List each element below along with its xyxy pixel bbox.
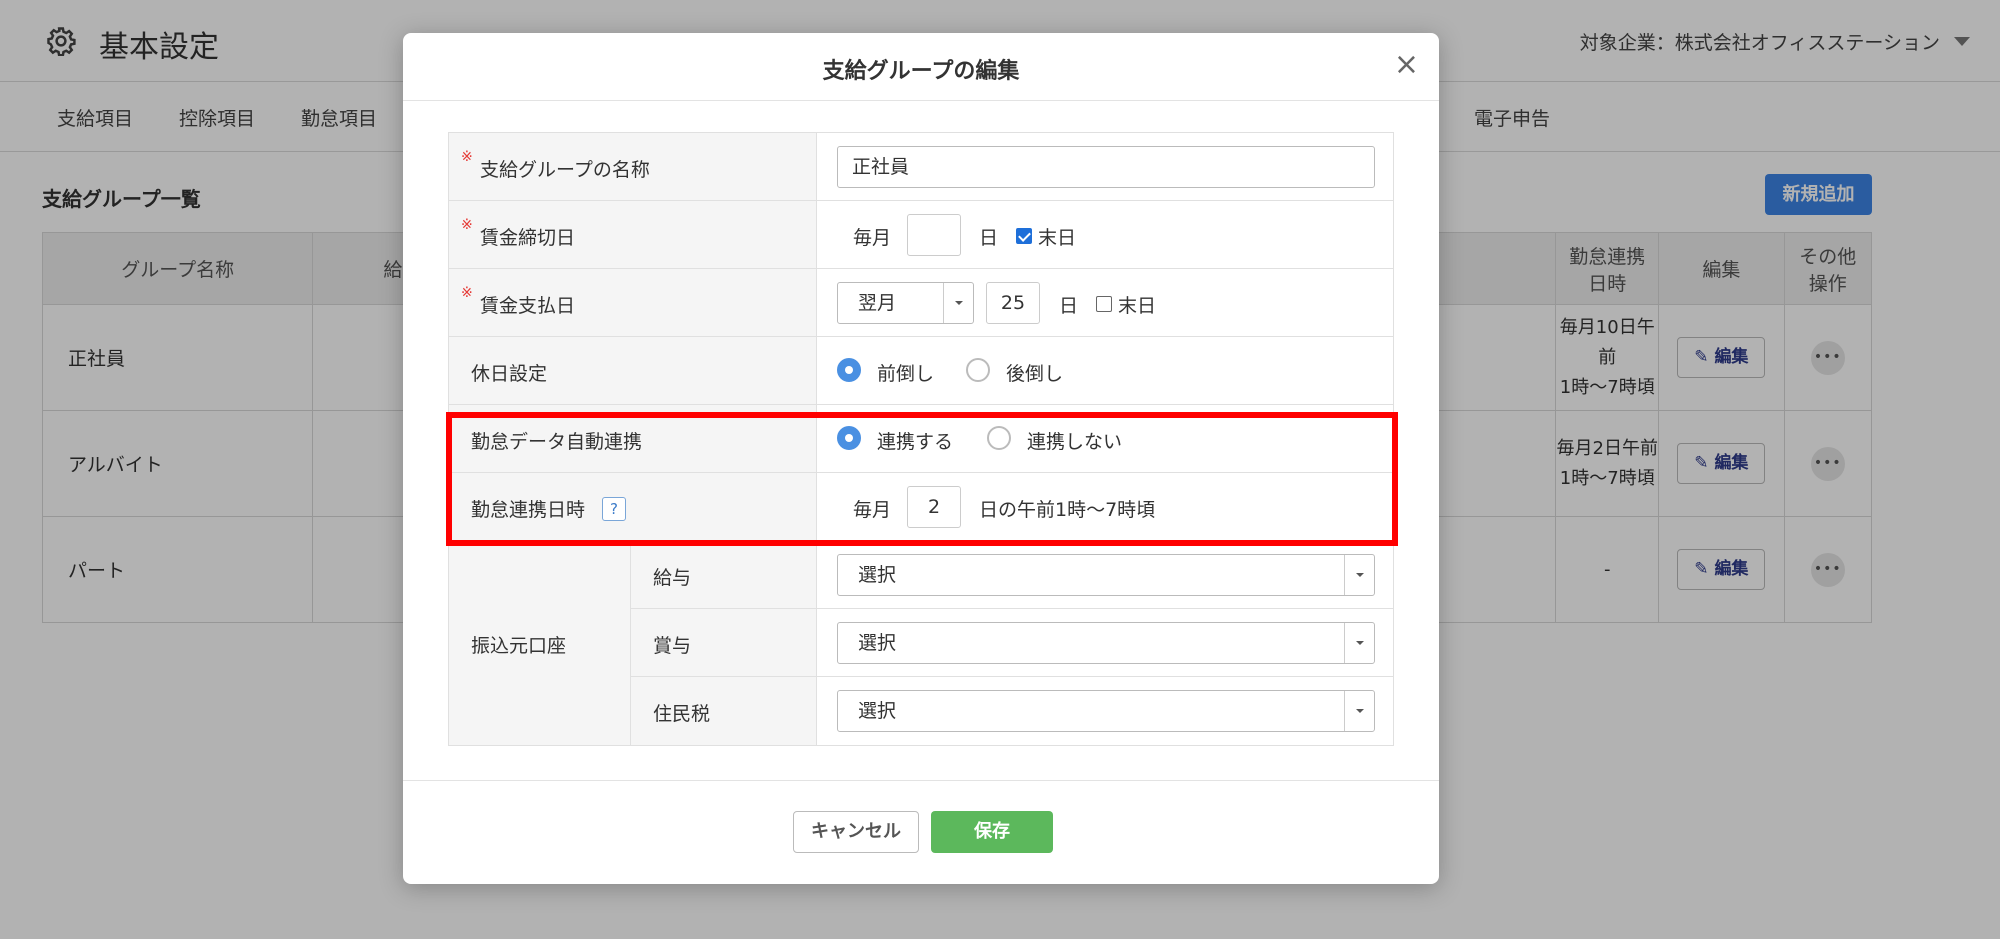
- group-name-input[interactable]: 正社員: [837, 146, 1375, 188]
- sublabel-cell: 住民税: [631, 677, 816, 745]
- sync-option-on[interactable]: 連携する: [877, 427, 953, 454]
- sync-radio-on[interactable]: [837, 426, 861, 450]
- cutoff-last-day-label: 末日: [1038, 227, 1077, 249]
- transfer-bonus-label: 賞与: [653, 635, 692, 657]
- select-cell: 選択: [817, 541, 1393, 609]
- select-value: 選択: [858, 564, 897, 586]
- modal-footer: キャンセル 保存: [403, 780, 1439, 884]
- sync-radio-off[interactable]: [987, 426, 1011, 450]
- transfer-salary-label: 給与: [653, 567, 692, 589]
- label-cell: 振込元口座: [449, 541, 631, 745]
- row-cutoff: ※ 賃金締切日 毎月 日 末日: [449, 201, 1393, 269]
- dropdown-toggle[interactable]: [943, 283, 973, 323]
- label-cell: 休日設定: [449, 337, 817, 404]
- cutoff-prefix: 毎月: [853, 227, 892, 249]
- row-transfer-account: 振込元口座 給与 賞与 住民税 選択 選択 選択: [449, 541, 1393, 745]
- cutoff-last-day-checkbox[interactable]: [1016, 228, 1032, 244]
- chevron-down-icon: [1356, 573, 1364, 577]
- value-cell: 毎月 2 日の午前1時〜7時頃: [817, 473, 1393, 540]
- group-name-label: 支給グループの名称: [480, 159, 650, 181]
- select-cell: 選択: [817, 677, 1393, 745]
- row-group-name: ※ 支給グループの名称 正社員: [449, 133, 1393, 201]
- close-icon[interactable]: ×: [1394, 47, 1419, 83]
- holiday-option-before[interactable]: 前倒し: [877, 359, 934, 386]
- required-mark: ※: [461, 149, 473, 165]
- label-cell: 勤怠連携日時 ?: [449, 473, 817, 540]
- holiday-radio-after[interactable]: [966, 358, 990, 382]
- payday-label: 賃金支払日: [480, 295, 576, 317]
- chevron-down-icon: [1356, 641, 1364, 645]
- sync-date-label: 勤怠連携日時: [471, 499, 586, 521]
- sync-day-input[interactable]: 2: [907, 486, 961, 528]
- sublabel-cell: 賞与: [631, 609, 816, 677]
- label-cell: ※ 賃金支払日: [449, 269, 817, 336]
- cutoff-label: 賃金締切日: [480, 227, 576, 249]
- payday-last-day-checkbox[interactable]: [1096, 296, 1112, 312]
- holiday-label: 休日設定: [471, 363, 548, 385]
- required-mark: ※: [461, 285, 473, 301]
- label-cell: ※ 賃金締切日: [449, 201, 817, 268]
- holiday-option-after[interactable]: 後倒し: [1006, 359, 1063, 386]
- value-cell: 毎月 日 末日: [817, 201, 1393, 268]
- row-payday: ※ 賃金支払日 翌月 25 日 末日: [449, 269, 1393, 337]
- chevron-down-icon: [955, 301, 963, 305]
- attendance-sync-label: 勤怠データ自動連携: [471, 431, 643, 453]
- select-cell: 選択: [817, 609, 1393, 677]
- payday-last-day-label: 末日: [1118, 295, 1157, 317]
- modal-title: 支給グループの編集: [822, 59, 1020, 84]
- sublabel-cell: 給与: [631, 541, 816, 609]
- value-cell: 翌月 25 日 末日: [817, 269, 1393, 336]
- transfer-resident-tax-select[interactable]: 選択: [837, 690, 1375, 732]
- cancel-button[interactable]: キャンセル: [793, 811, 919, 853]
- select-value: 選択: [858, 700, 897, 722]
- row-holiday: 休日設定 前倒し 後倒し: [449, 337, 1393, 405]
- transfer-resident-tax-label: 住民税: [653, 703, 711, 725]
- label-cell: 勤怠データ自動連携: [449, 405, 817, 472]
- dropdown-toggle[interactable]: [1344, 623, 1374, 663]
- sync-date-suffix: 日の午前1時〜7時頃: [979, 499, 1156, 521]
- payday-month-value: 翌月: [858, 292, 897, 314]
- transfer-bonus-select[interactable]: 選択: [837, 622, 1375, 664]
- value-cell: 選択 選択 選択: [817, 541, 1393, 745]
- select-value: 選択: [858, 632, 897, 654]
- help-icon[interactable]: ?: [602, 497, 626, 521]
- holiday-radio-before[interactable]: [837, 358, 861, 382]
- save-button[interactable]: 保存: [931, 811, 1053, 853]
- label-cell: ※ 支給グループの名称: [449, 133, 817, 200]
- cutoff-day-input[interactable]: [907, 214, 961, 256]
- value-cell: 連携する 連携しない: [817, 405, 1393, 472]
- value-cell: 正社員: [817, 133, 1393, 200]
- chevron-down-icon: [1356, 709, 1364, 713]
- row-sync-date: 勤怠連携日時 ? 毎月 2 日の午前1時〜7時頃: [449, 473, 1393, 541]
- payday-month-select[interactable]: 翌月: [837, 282, 974, 324]
- sync-option-off[interactable]: 連携しない: [1027, 427, 1122, 454]
- transfer-salary-select[interactable]: 選択: [837, 554, 1375, 596]
- edit-group-modal: 支給グループの編集 × ※ 支給グループの名称 正社員 ※ 賃金締切日 毎月 日: [403, 33, 1439, 884]
- cutoff-day-unit: 日: [979, 227, 999, 249]
- transfer-sublabels: 給与 賞与 住民税: [631, 541, 817, 745]
- group-form: ※ 支給グループの名称 正社員 ※ 賃金締切日 毎月 日 末日 ※ 賃金支払日 …: [448, 132, 1394, 746]
- transfer-account-label: 振込元口座: [471, 635, 567, 657]
- value-cell: 前倒し 後倒し: [817, 337, 1393, 404]
- dropdown-toggle[interactable]: [1344, 691, 1374, 731]
- payday-day-input[interactable]: 25: [986, 282, 1040, 324]
- payday-day-unit: 日: [1059, 295, 1079, 317]
- sync-date-prefix: 毎月: [853, 499, 892, 521]
- modal-header: 支給グループの編集 ×: [403, 33, 1439, 101]
- dropdown-toggle[interactable]: [1344, 555, 1374, 595]
- row-attendance-sync: 勤怠データ自動連携 連携する 連携しない: [449, 405, 1393, 473]
- required-mark: ※: [461, 217, 473, 233]
